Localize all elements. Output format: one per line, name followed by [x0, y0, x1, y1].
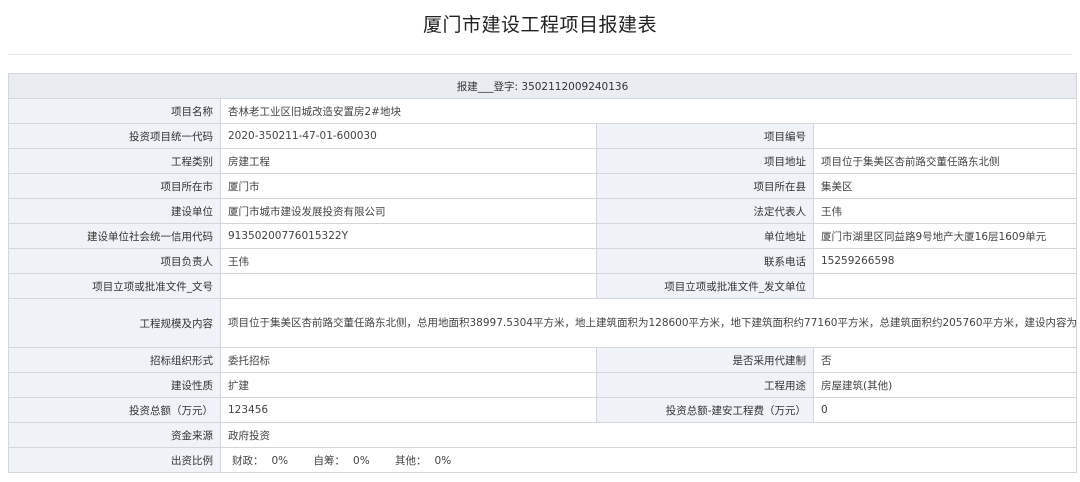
- usage-label: 工程用途: [596, 372, 814, 398]
- city-value: 厦门市: [220, 173, 597, 199]
- fund-source-value: 政府投资: [219, 422, 1078, 448]
- ratio-fiscal: 财政： 0%: [232, 455, 288, 467]
- agent-system-value: 否: [812, 347, 1078, 373]
- table-row: 项目立项或批准文件_文号 项目立项或批准文件_发文单位: [8, 273, 1078, 299]
- ratio-other-value: 0%: [434, 454, 452, 467]
- nature-label: 建设性质: [8, 372, 221, 398]
- table-row: 建设单位 厦门市城市建设发展投资有限公司 法定代表人 王伟: [8, 198, 1078, 224]
- table-row: 建设单位社会统一信用代码 91350200776015322Y 单位地址 厦门市…: [8, 223, 1078, 249]
- ratio-fiscal-label: 财政：: [232, 454, 264, 467]
- funding-ratio-value: 财政： 0% 自筹： 0% 其他： 0%: [219, 447, 1078, 473]
- investment-code-value: 2020-350211-47-01-600030: [220, 123, 597, 149]
- approval-doc-unit-value: [812, 273, 1078, 299]
- installation-cost-label: 投资总额-建安工程费（万元）: [596, 397, 814, 423]
- scale-label: 工程规模及内容: [8, 298, 221, 348]
- project-number-label: 项目编号: [596, 123, 814, 149]
- ratio-other: 其他： 0%: [395, 455, 451, 467]
- credit-code-value: 91350200776015322Y: [220, 223, 597, 249]
- construction-unit-value: 厦门市城市建设发展投资有限公司: [220, 198, 597, 224]
- project-leader-value: 王伟: [220, 248, 597, 274]
- legal-rep-value: 王伟: [812, 198, 1078, 224]
- table-row: 项目负责人 王伟 联系电话 15259266598: [8, 248, 1078, 274]
- ratio-self-label: 自筹：: [313, 454, 346, 467]
- phone-label: 联系电话: [596, 248, 814, 274]
- agent-system-label: 是否采用代建制: [596, 347, 814, 373]
- table-row: 项目名称 杏林老工业区旧城改造安置房2#地块: [8, 98, 1078, 124]
- investment-code-label: 投资项目统一代码: [8, 123, 221, 149]
- project-number-value: [812, 123, 1078, 149]
- engineering-category-value: 房建工程: [220, 148, 597, 174]
- funding-ratio-label: 出资比例: [8, 447, 221, 473]
- table-row: 投资总额（万元） 123456 投资总额-建安工程费（万元） 0: [8, 397, 1078, 423]
- registration-number: 3502112009240136: [521, 80, 629, 93]
- construction-unit-label: 建设单位: [8, 198, 221, 224]
- project-address-value: 项目位于集美区杏前路交董任路东北侧: [812, 148, 1078, 174]
- bidding-form-label: 招标组织形式: [8, 347, 221, 373]
- ratio-other-label: 其他：: [395, 454, 427, 467]
- table-row: 项目所在市 厦门市 项目所在县 集美区: [8, 173, 1078, 199]
- county-value: 集美区: [812, 173, 1078, 199]
- installation-cost-value: 0: [812, 397, 1078, 423]
- table-row: 建设性质 扩建 工程用途 房屋建筑(其他): [8, 372, 1078, 398]
- table-row: 工程规模及内容 项目位于集美区杏前路交董任路东北侧，总用地面积38997.530…: [8, 298, 1078, 348]
- city-label: 项目所在市: [8, 173, 221, 199]
- approval-doc-no-label: 项目立项或批准文件_文号: [8, 273, 221, 299]
- table-row: 工程类别 房建工程 项目地址 项目位于集美区杏前路交董任路东北侧: [8, 148, 1078, 174]
- registration-suffix: 登字:: [493, 80, 519, 93]
- unit-address-value: 厦门市湖里区同益路9号地产大厦16层1609单元: [812, 223, 1078, 249]
- total-investment-value: 123456: [220, 397, 597, 423]
- project-leader-label: 项目负责人: [8, 248, 221, 274]
- report-table: 报建___登字: 3502112009240136 项目名称 杏林老工业区旧城改…: [7, 73, 1078, 473]
- usage-value: 房屋建筑(其他): [812, 372, 1078, 398]
- registration-header: 报建___登字: 3502112009240136: [7, 73, 1078, 99]
- nature-value: 扩建: [220, 372, 597, 398]
- engineering-category-label: 工程类别: [8, 148, 221, 174]
- approval-doc-unit-label: 项目立项或批准文件_发文单位: [596, 273, 814, 299]
- fund-source-label: 资金来源: [8, 422, 221, 448]
- registration-blank: ___: [477, 80, 494, 93]
- registration-prefix: 报建: [456, 80, 478, 93]
- total-investment-label: 投资总额（万元）: [8, 397, 221, 423]
- table-row: 招标组织形式 委托招标 是否采用代建制 否: [8, 347, 1078, 373]
- table-row: 出资比例 财政： 0% 自筹： 0% 其他： 0%: [8, 447, 1078, 473]
- legal-rep-label: 法定代表人: [596, 198, 814, 224]
- ratio-self: 自筹： 0%: [314, 455, 370, 467]
- county-label: 项目所在县: [596, 173, 814, 199]
- table-row: 资金来源 政府投资: [8, 422, 1078, 448]
- ratio-fiscal-value: 0%: [271, 454, 289, 467]
- project-name-label: 项目名称: [8, 98, 221, 124]
- ratio-self-value: 0%: [353, 454, 370, 467]
- project-name-value: 杏林老工业区旧城改造安置房2#地块: [219, 98, 1078, 124]
- project-address-label: 项目地址: [596, 148, 814, 174]
- phone-value: 15259266598: [812, 248, 1078, 274]
- bidding-form-value: 委托招标: [220, 347, 597, 373]
- registration-row: 报建___登字: 3502112009240136: [7, 73, 1078, 99]
- title-divider: [8, 54, 1072, 55]
- page-title: 厦门市建设工程项目报建表: [422, 14, 657, 36]
- unit-address-label: 单位地址: [596, 223, 814, 249]
- table-row: 投资项目统一代码 2020-350211-47-01-600030 项目编号: [8, 123, 1078, 149]
- scale-value: 项目位于集美区杏前路交董任路东北侧，总用地面积38997.5304平方米，地上建…: [219, 298, 1078, 348]
- credit-code-label: 建设单位社会统一信用代码: [8, 223, 221, 249]
- approval-doc-no-value: [220, 273, 597, 299]
